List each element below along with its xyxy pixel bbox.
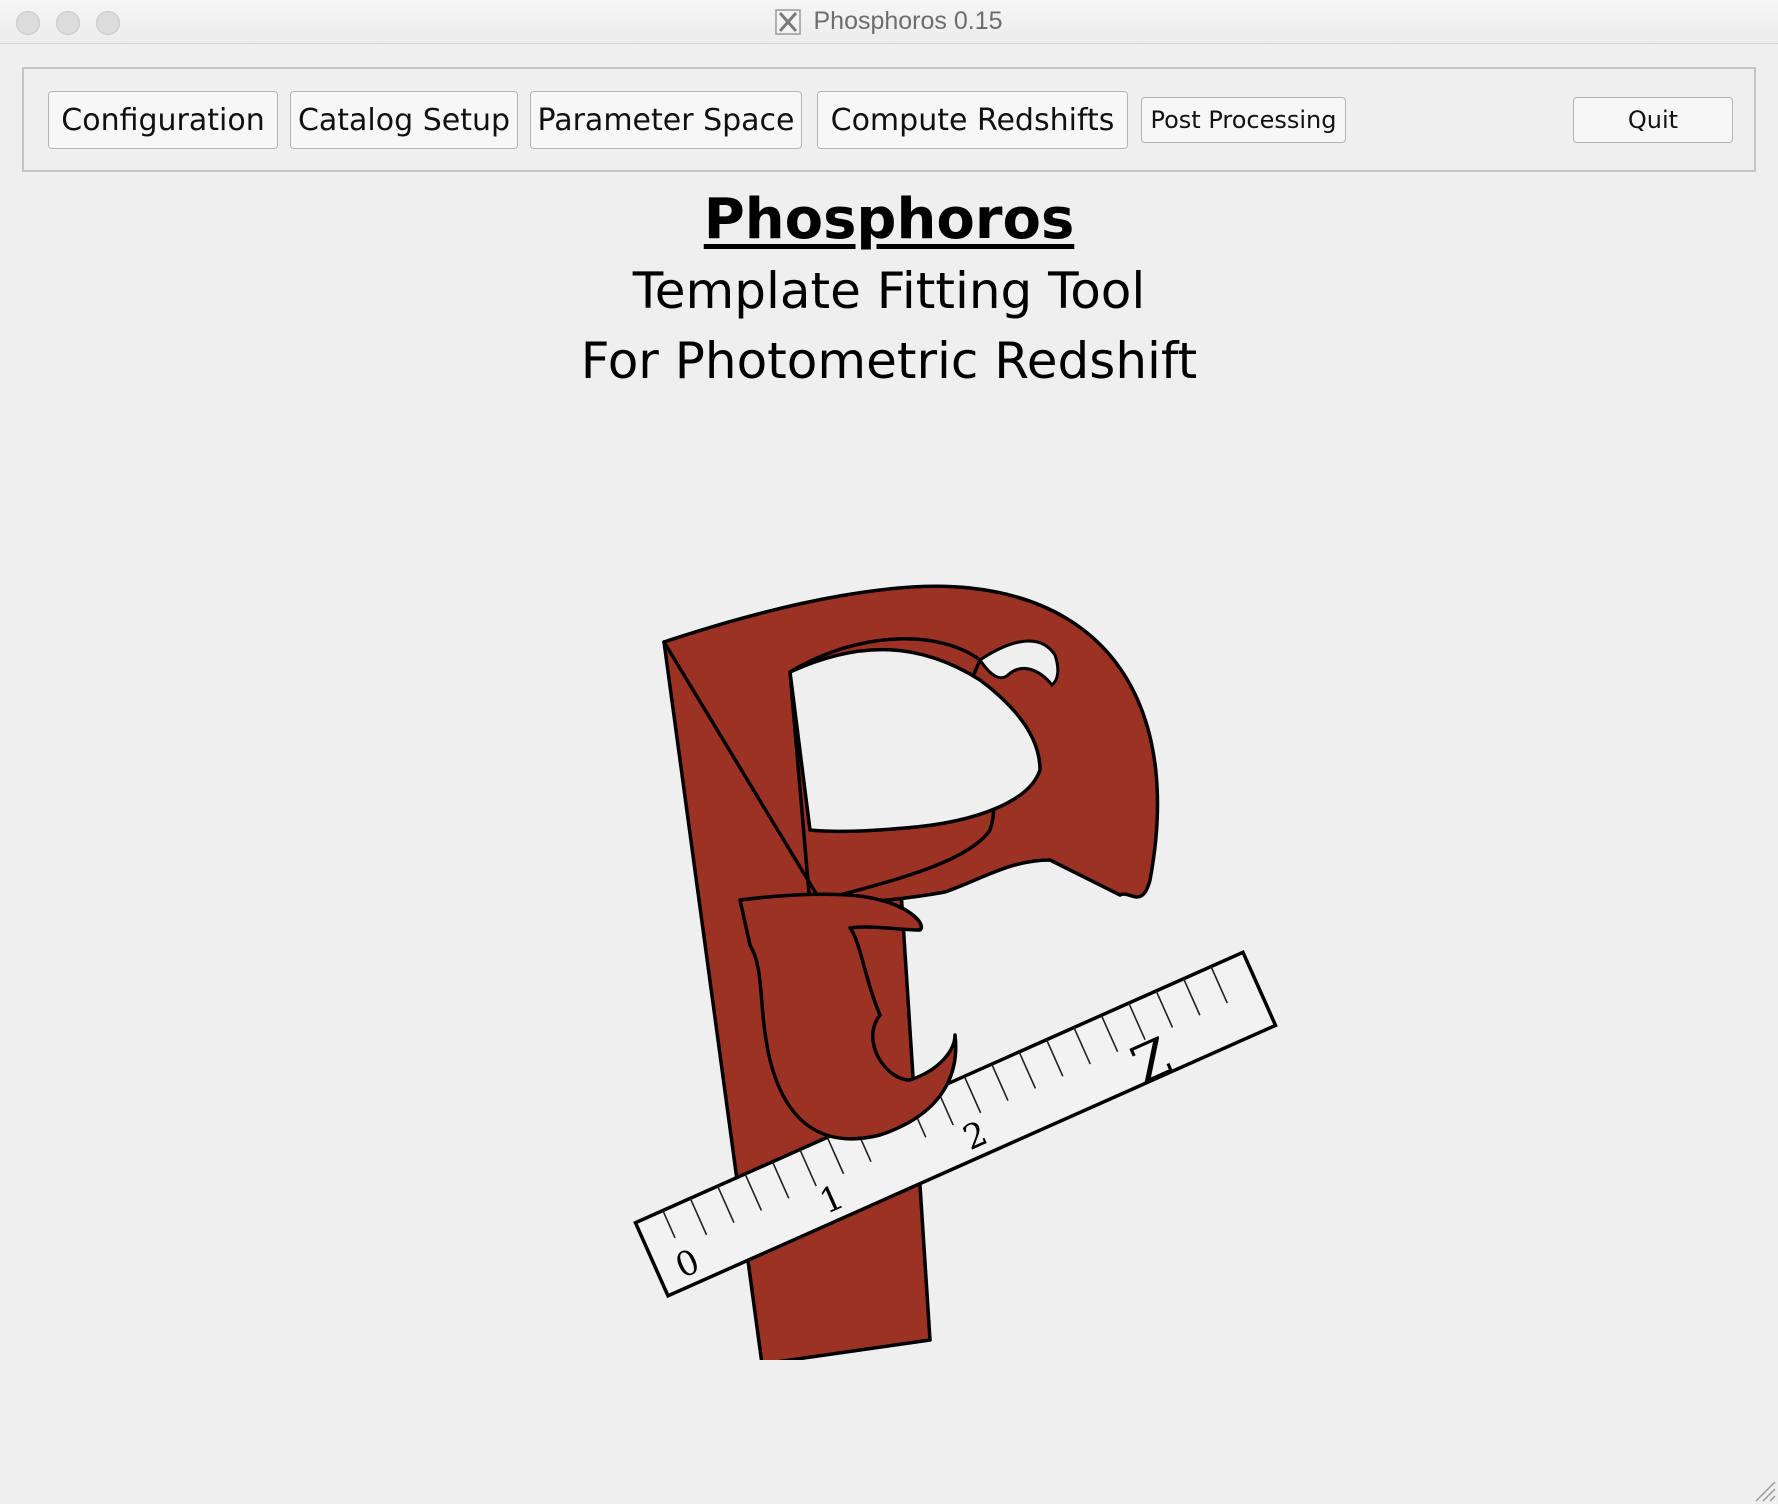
quit-button[interactable]: Quit (1573, 97, 1733, 143)
configuration-button[interactable]: Configuration (48, 91, 278, 149)
parameter-space-button[interactable]: Parameter Space (530, 91, 802, 149)
window-title: Phosphoros 0.15 (813, 7, 1003, 35)
app-subtitle-line1: Template Fitting Tool (632, 262, 1146, 320)
post-processing-button[interactable]: Post Processing (1141, 97, 1346, 143)
resize-grip-icon[interactable] (1750, 1476, 1776, 1502)
app-title: Phosphoros (703, 187, 1075, 252)
phosphoros-logo: 0 1 2 Z (633, 584, 1278, 1360)
x11-icon (775, 8, 802, 35)
app-window: Phosphoros 0.15 Configuration Catalog Se… (0, 0, 1778, 1504)
title-bar[interactable]: Phosphoros 0.15 (0, 0, 1778, 44)
catalog-setup-button[interactable]: Catalog Setup (290, 91, 518, 149)
main-toolbar: Configuration Catalog Setup Parameter Sp… (22, 67, 1756, 172)
app-subtitle-line2: For Photometric Redshift (580, 332, 1198, 390)
title-container: Phosphoros 0.15 (0, 0, 1778, 43)
compute-redshifts-button[interactable]: Compute Redshifts (817, 91, 1128, 149)
